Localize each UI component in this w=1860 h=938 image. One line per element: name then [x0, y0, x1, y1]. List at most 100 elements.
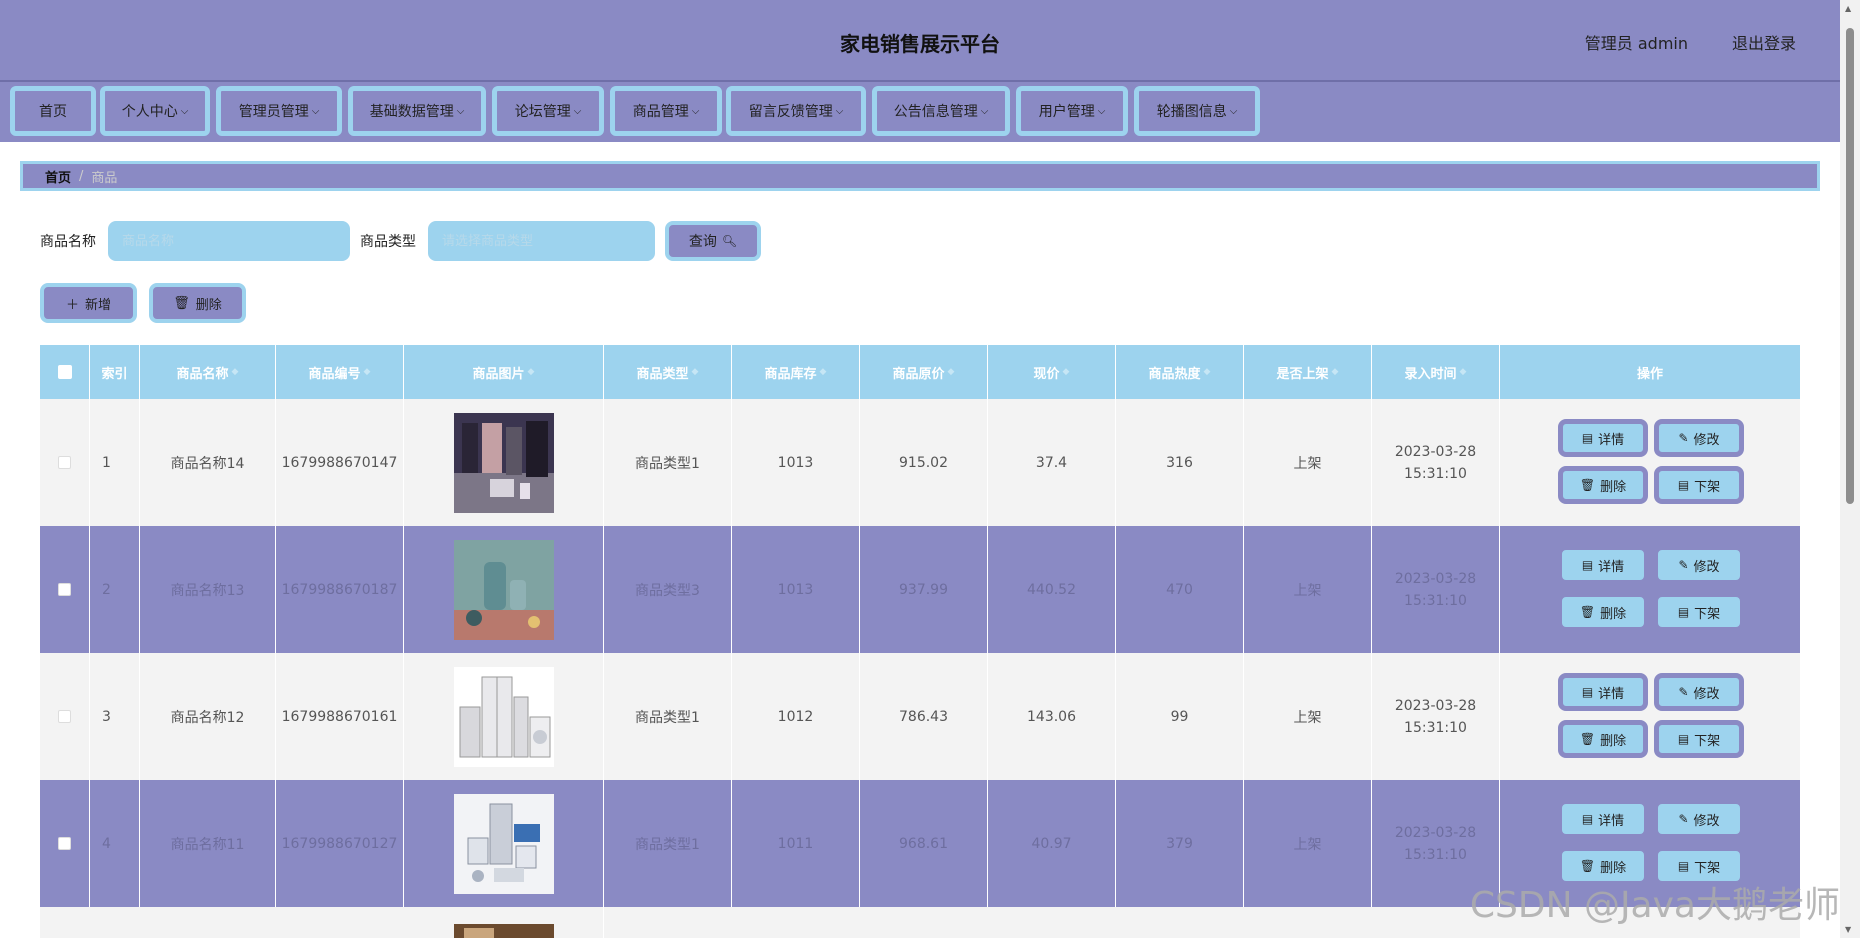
th-type[interactable]: 商品类型 ◆: [604, 345, 732, 399]
logout-link[interactable]: 退出登录: [1732, 30, 1796, 54]
scroll-down-arrow-icon[interactable]: ▼: [1845, 925, 1851, 934]
nav-item-user-mgmt[interactable]: 用户管理 ⌵: [1016, 86, 1128, 136]
product-name-input[interactable]: [108, 221, 350, 261]
trash-icon: 🗑︎: [1579, 732, 1596, 746]
th-label: 是否上架: [1276, 366, 1329, 382]
chevron-down-icon: ⌵: [1229, 105, 1238, 117]
top-header: 家电销售展示平台 管理员 admin 退出登录: [0, 0, 1840, 82]
nav-item-forum-mgmt[interactable]: 论坛管理 ⌵: [492, 86, 604, 136]
sort-icon[interactable]: ◆: [692, 367, 699, 377]
product-image[interactable]: [453, 924, 554, 938]
page-scrollbar[interactable]: ▲ ▼: [1840, 0, 1860, 938]
sort-icon[interactable]: ◆: [364, 367, 371, 377]
detail-label: 详情: [1598, 432, 1625, 448]
pencil-icon: ✎: [1678, 431, 1689, 445]
product-name-label: 商品名称: [40, 234, 96, 250]
th-label: 商品库存: [764, 366, 817, 382]
detail-button[interactable]: ▤ 详情: [1558, 546, 1648, 584]
th-label: 商品名称: [176, 366, 229, 382]
product-image[interactable]: [453, 412, 554, 513]
sort-icon[interactable]: ◆: [232, 367, 239, 377]
th-label: 商品类型: [636, 366, 689, 382]
row-checkbox[interactable]: [58, 456, 71, 469]
detail-button[interactable]: ▤ 详情: [1558, 800, 1648, 838]
cell-price: 40.97: [988, 780, 1116, 907]
nav-label: 用户管理: [1038, 104, 1095, 120]
th-code[interactable]: 商品编号 ◆: [276, 345, 404, 399]
detail-label: 详情: [1598, 686, 1625, 702]
row-checkbox[interactable]: [58, 710, 71, 723]
cell-image: [404, 780, 604, 907]
nav-item-personal-center[interactable]: 个人中心 ⌵: [100, 86, 210, 136]
add-button[interactable]: ＋ 新增: [40, 283, 137, 323]
sort-icon[interactable]: ◆: [528, 367, 535, 377]
scroll-up-arrow-icon[interactable]: ▲: [1845, 4, 1851, 13]
th-on-shelf[interactable]: 是否上架 ◆: [1244, 345, 1372, 399]
sort-icon[interactable]: ◆: [1332, 367, 1339, 377]
cell-actions: ▤ 详情 ✎ 修改 🗑︎ 删除 ▤ 下架: [1500, 526, 1800, 653]
delete-button[interactable]: 🗑︎ 删除: [1558, 720, 1648, 758]
th-name[interactable]: 商品名称 ◆: [140, 345, 276, 399]
cell-type: 商品类型1: [604, 780, 732, 907]
cell-heat: 379: [1116, 780, 1244, 907]
document-icon: ▤: [1581, 431, 1594, 445]
scrollbar-thumb[interactable]: [1846, 28, 1854, 504]
sort-icon[interactable]: ◆: [820, 367, 827, 377]
edit-button[interactable]: ✎ 修改: [1654, 419, 1744, 457]
detail-button[interactable]: ▤ 详情: [1558, 419, 1648, 457]
product-type-label: 商品类型: [360, 234, 416, 250]
product-type-select[interactable]: [428, 221, 655, 261]
breadcrumb-home[interactable]: 首页: [45, 167, 71, 186]
offshelf-button[interactable]: ▤ 下架: [1654, 593, 1744, 631]
th-heat[interactable]: 商品热度 ◆: [1116, 345, 1244, 399]
sort-icon[interactable]: ◆: [1063, 367, 1070, 377]
th-price[interactable]: 现价 ◆: [988, 345, 1116, 399]
product-image[interactable]: [453, 666, 554, 767]
delete-button[interactable]: 🗑︎ 删除: [1558, 466, 1648, 504]
cell-heat: 99: [1116, 653, 1244, 780]
th-time[interactable]: 录入时间 ◆: [1372, 345, 1500, 399]
cell-code: 1679988670161: [276, 653, 404, 780]
th-image[interactable]: 商品图片 ◆: [404, 345, 604, 399]
plus-icon: ＋: [65, 297, 79, 313]
nav-item-feedback-mgmt[interactable]: 留言反馈管理 ⌵: [726, 86, 866, 136]
cell-original-price: 937.99: [860, 526, 988, 653]
sort-icon[interactable]: ◆: [1204, 367, 1211, 377]
batch-delete-button[interactable]: 🗑︎ 删除: [149, 283, 246, 323]
edit-button[interactable]: ✎ 修改: [1654, 546, 1744, 584]
nav-item-basic-data-mgmt[interactable]: 基础数据管理 ⌵: [348, 86, 486, 136]
cell-actions: ▤ 详情 ✎ 修改 🗑︎ 删除 ▤ 下架: [1500, 653, 1800, 780]
sort-icon[interactable]: ◆: [948, 367, 955, 377]
detail-button[interactable]: ▤ 详情: [1558, 673, 1648, 711]
main-nav: 首页 个人中心 ⌵ 管理员管理 ⌵ 基础数据管理 ⌵ 论坛管理 ⌵ 商品管理 ⌵ 留言反馈…: [0, 82, 1840, 142]
edit-button[interactable]: ✎ 修改: [1654, 673, 1744, 711]
offshelf-label: 下架: [1694, 733, 1721, 749]
delete-label: 删除: [195, 297, 222, 313]
row-checkbox[interactable]: [58, 837, 71, 850]
delete-button[interactable]: 🗑︎ 删除: [1558, 593, 1648, 631]
th-stock[interactable]: 商品库存 ◆: [732, 345, 860, 399]
edit-button[interactable]: ✎ 修改: [1654, 800, 1744, 838]
nav-item-product-mgmt[interactable]: 商品管理 ⌵: [610, 86, 722, 136]
nav-item-admin-mgmt[interactable]: 管理员管理 ⌵: [216, 86, 342, 136]
document-icon: ▤: [1677, 478, 1690, 492]
offshelf-button[interactable]: ▤ 下架: [1654, 466, 1744, 504]
nav-item-home[interactable]: 首页: [10, 86, 96, 136]
th-original-price[interactable]: 商品原价 ◆: [860, 345, 988, 399]
row-checkbox[interactable]: [58, 583, 71, 596]
detail-label: 详情: [1598, 559, 1625, 575]
row-select-cell: [40, 526, 90, 653]
cell-name: 商品名称11: [140, 780, 276, 907]
offshelf-label: 下架: [1694, 860, 1721, 876]
document-icon: ▤: [1677, 605, 1690, 619]
query-button[interactable]: 查询 🔍︎: [665, 221, 761, 261]
select-all-checkbox[interactable]: [57, 365, 72, 379]
chevron-down-icon: ⌵: [180, 105, 189, 117]
offshelf-button[interactable]: ▤ 下架: [1654, 720, 1744, 758]
product-image[interactable]: [453, 793, 554, 894]
sort-icon[interactable]: ◆: [1460, 367, 1467, 377]
nav-item-carousel-info[interactable]: 轮播图信息 ⌵: [1134, 86, 1260, 136]
table-row: 2 商品名称13 1679988670187 商品类型3 1013 937.99…: [40, 526, 1800, 653]
product-image[interactable]: [453, 539, 554, 640]
nav-item-notice-mgmt[interactable]: 公告信息管理 ⌵: [872, 86, 1010, 136]
